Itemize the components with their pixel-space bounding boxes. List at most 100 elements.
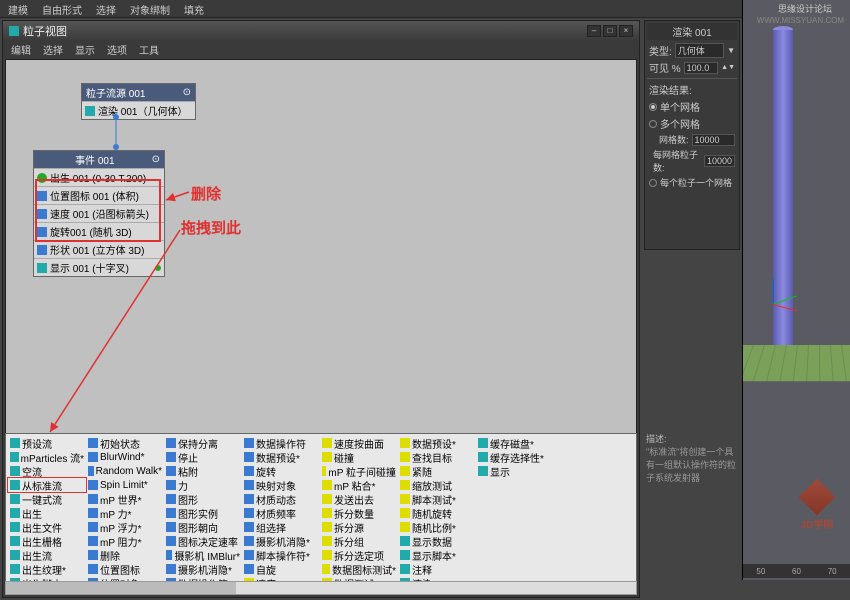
- radio-each-particle[interactable]: [649, 179, 657, 187]
- depot-operator[interactable]: 删除: [86, 548, 164, 562]
- y-axis[interactable]: [773, 295, 797, 304]
- depot-operator[interactable]: 拆分数量: [320, 506, 398, 520]
- birth-operator[interactable]: 出生 001 (0-30 T.200): [34, 168, 164, 186]
- depot-operator[interactable]: 脚本操作符*: [242, 548, 320, 562]
- depot-operator[interactable]: 空流: [8, 464, 86, 478]
- close-button[interactable]: ×: [619, 25, 633, 37]
- output-dot[interactable]: [155, 265, 161, 271]
- depot-operator[interactable]: mP 世界*: [86, 492, 164, 506]
- menu-tools[interactable]: 工具: [139, 42, 159, 56]
- menu-item[interactable]: 自由形式: [42, 2, 82, 15]
- depot-operator[interactable]: mP 阻力*: [86, 534, 164, 548]
- depot-operator[interactable]: 图形朝向: [164, 520, 242, 534]
- depot-operator[interactable]: 摄影机消隐*: [164, 562, 242, 576]
- depot-operator[interactable]: 自旋: [242, 562, 320, 576]
- shape-operator[interactable]: 形状 001 (立方体 3D): [34, 240, 164, 258]
- node-title[interactable]: 事件 001 ⊙: [34, 151, 164, 168]
- radio-multi-mesh[interactable]: [649, 120, 657, 128]
- depot-operator[interactable]: 随机比例*: [398, 520, 476, 534]
- depot-operator[interactable]: 预设流: [8, 436, 86, 450]
- spinner-icon[interactable]: ▲▼: [721, 64, 735, 71]
- viewport-3d[interactable]: 思缘设计论坛 WWW.MISSYUAN.COM 3D学院 50 60 70: [742, 0, 850, 580]
- depot-operator[interactable]: 材质动态: [242, 492, 320, 506]
- menu-display[interactable]: 显示: [75, 42, 95, 56]
- per-grid-spinner[interactable]: 10000: [704, 155, 735, 167]
- dropdown-arrow-icon[interactable]: ▼: [727, 46, 735, 55]
- depot-operator[interactable]: Random Walk*: [86, 464, 164, 478]
- depot-operator[interactable]: 数据操作符: [242, 436, 320, 450]
- depot-operator[interactable]: 出生流: [8, 548, 86, 562]
- depot-operator[interactable]: 随机旋转: [398, 506, 476, 520]
- menu-item[interactable]: 选择: [96, 2, 116, 15]
- depot-operator[interactable]: 显示: [476, 464, 554, 478]
- depot-operator[interactable]: 摄影机消隐*: [242, 534, 320, 548]
- type-dropdown[interactable]: 几何体: [675, 43, 724, 58]
- menu-item[interactable]: 建模: [8, 2, 28, 15]
- depot-operator[interactable]: 位置图标: [86, 562, 164, 576]
- maximize-button[interactable]: □: [603, 25, 617, 37]
- depot-scrollbar[interactable]: [5, 581, 637, 595]
- depot-operator[interactable]: 缓存选择性*: [476, 450, 554, 464]
- display-operator[interactable]: 显示 001 (十字叉): [34, 258, 164, 276]
- menu-select[interactable]: 选择: [43, 42, 63, 56]
- depot-operator[interactable]: mP 粒子间碰撞: [320, 464, 398, 478]
- depot-operator[interactable]: 图形实例: [164, 506, 242, 520]
- z-axis[interactable]: [773, 279, 774, 304]
- depot-operator[interactable]: 拆分组: [320, 534, 398, 548]
- minimize-button[interactable]: –: [587, 25, 601, 37]
- visibility-spinner[interactable]: 100.0: [684, 62, 718, 74]
- menu-options[interactable]: 选项: [107, 42, 127, 56]
- flow-canvas[interactable]: 粒子流源 001 ⊙ 渲染 001（几何体） 事件 001 ⊙ 出生 001 (…: [5, 59, 637, 436]
- depot-operator[interactable]: 速度按曲面: [320, 436, 398, 450]
- depot-operator[interactable]: 拆分源: [320, 520, 398, 534]
- depot-operator[interactable]: 从标准流: [8, 478, 86, 492]
- depot-operator[interactable]: 出生: [8, 506, 86, 520]
- scrollbar-thumb[interactable]: [6, 582, 236, 594]
- timeline-ruler[interactable]: 50 60 70: [743, 564, 850, 578]
- depot-operator[interactable]: 力: [164, 478, 242, 492]
- depot-operator[interactable]: 映射对象: [242, 478, 320, 492]
- depot-operator[interactable]: 碰撞: [320, 450, 398, 464]
- operator-depot[interactable]: 预设流mParticles 流*空流从标准流一键式流出生出生文件出生栅格出生流出…: [5, 433, 637, 595]
- depot-operator[interactable]: mP 粘合*: [320, 478, 398, 492]
- depot-operator[interactable]: 停止: [164, 450, 242, 464]
- depot-operator[interactable]: 查找目标: [398, 450, 476, 464]
- radio-single-mesh[interactable]: [649, 103, 657, 111]
- depot-operator[interactable]: 数据预设*: [398, 436, 476, 450]
- depot-operator[interactable]: mParticles 流*: [8, 450, 86, 464]
- depot-operator[interactable]: 出生文件: [8, 520, 86, 534]
- depot-operator[interactable]: 保持分离: [164, 436, 242, 450]
- depot-operator[interactable]: 旋转: [242, 464, 320, 478]
- axis-gizmo[interactable]: [773, 275, 803, 305]
- depot-operator[interactable]: 显示数据: [398, 534, 476, 548]
- depot-operator[interactable]: 数据图标测试*: [320, 562, 398, 576]
- depot-operator[interactable]: mP 力*: [86, 506, 164, 520]
- depot-operator[interactable]: BlurWind*: [86, 450, 164, 464]
- depot-operator[interactable]: 材质频率: [242, 506, 320, 520]
- depot-operator[interactable]: 图标决定速率: [164, 534, 242, 548]
- render-operator[interactable]: 渲染 001（几何体）: [82, 101, 195, 119]
- position-operator[interactable]: 位置图标 001 (体积): [34, 186, 164, 204]
- depot-operator[interactable]: 初始状态: [86, 436, 164, 450]
- source-node[interactable]: 粒子流源 001 ⊙ 渲染 001（几何体）: [81, 83, 196, 120]
- depot-operator[interactable]: 出生纹理*: [8, 562, 86, 576]
- depot-operator[interactable]: 紧随: [398, 464, 476, 478]
- depot-operator[interactable]: 数据预设*: [242, 450, 320, 464]
- depot-operator[interactable]: mP 浮力*: [86, 520, 164, 534]
- depot-operator[interactable]: 图形: [164, 492, 242, 506]
- depot-operator[interactable]: 组选择: [242, 520, 320, 534]
- depot-operator[interactable]: 发送出去: [320, 492, 398, 506]
- depot-operator[interactable]: 显示脚本*: [398, 548, 476, 562]
- depot-operator[interactable]: 出生栅格: [8, 534, 86, 548]
- grid-count-spinner[interactable]: 10000: [692, 134, 735, 146]
- depot-operator[interactable]: 缩放测试: [398, 478, 476, 492]
- node-title[interactable]: 粒子流源 001 ⊙: [82, 84, 195, 101]
- depot-operator[interactable]: Spin Limit*: [86, 478, 164, 492]
- menu-edit[interactable]: 编辑: [11, 42, 31, 56]
- event-node[interactable]: 事件 001 ⊙ 出生 001 (0-30 T.200) 位置图标 001 (体…: [33, 150, 165, 277]
- depot-operator[interactable]: 一键式流: [8, 492, 86, 506]
- rotation-operator[interactable]: 旋转001 (随机 3D): [34, 222, 164, 240]
- depot-operator[interactable]: 摄影机 IMBlur*: [164, 548, 242, 562]
- depot-operator[interactable]: 拆分选定项: [320, 548, 398, 562]
- depot-operator[interactable]: 粘附: [164, 464, 242, 478]
